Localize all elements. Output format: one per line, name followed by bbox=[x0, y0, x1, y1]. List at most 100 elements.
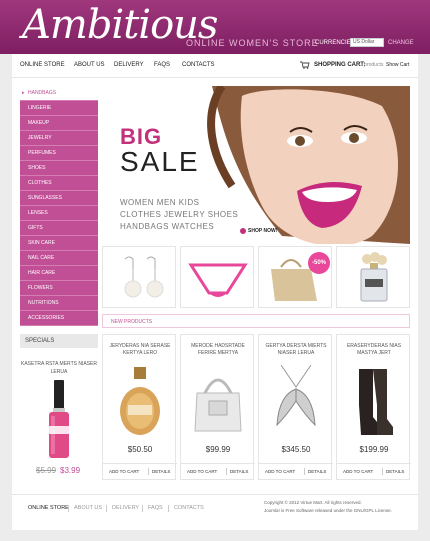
powered-by-line: Joomla! is Free Software released under … bbox=[264, 508, 392, 513]
site-tagline: ONLINE WOMEN'S STORE bbox=[186, 38, 319, 48]
footer-divider bbox=[168, 505, 169, 512]
details-button[interactable]: DETAILS bbox=[152, 469, 170, 474]
product-price: $50.50 bbox=[127, 445, 153, 454]
sidebar-item-accessories[interactable]: ACCESSORIES bbox=[20, 311, 98, 326]
banner-sale-text: SALE bbox=[120, 146, 200, 177]
black-boots-image bbox=[359, 369, 393, 435]
sidebar-item-lenses[interactable]: LENSES bbox=[20, 206, 98, 221]
thumb-lingerie[interactable] bbox=[180, 246, 254, 308]
currency-select[interactable]: US Dollar bbox=[350, 38, 384, 47]
cart-count: 3 products bbox=[360, 62, 384, 68]
thumb-perfume[interactable] bbox=[336, 246, 410, 308]
action-divider bbox=[148, 468, 149, 475]
footer-divider bbox=[106, 505, 107, 512]
add-to-cart-button[interactable]: ADD TO CART bbox=[343, 469, 373, 474]
product-card[interactable]: ERASERYDERAS NIAS MASTYA JERT $199.99 AD… bbox=[336, 334, 411, 480]
product-name[interactable]: JERYDERAS NIA SERASE KERTYA LERO bbox=[107, 343, 173, 357]
footer-divider bbox=[68, 505, 69, 512]
earrings-image bbox=[124, 256, 164, 298]
sidebar-item-sunglasses[interactable]: SUNGLASSES bbox=[20, 191, 98, 206]
product-name[interactable]: MERODE HADSRTADE FERIRE MERTYA bbox=[185, 343, 251, 357]
special-old-price: $5.99 bbox=[36, 466, 57, 475]
action-divider bbox=[304, 468, 305, 475]
perfume-image bbox=[120, 367, 160, 435]
special-product-name[interactable]: KASETRA RSTA MERTS NIASER LERUA bbox=[20, 360, 98, 376]
nav-online-store[interactable]: ONLINE STORE bbox=[20, 62, 65, 68]
cart-label: SHOPPING CART: bbox=[314, 62, 366, 68]
nail-polish-image[interactable] bbox=[46, 380, 72, 460]
sale-banner[interactable]: BIG SALE WOMEN MEN KIDS CLOTHES JEWELRY … bbox=[102, 86, 410, 244]
sidebar-item-nutritions[interactable]: NUTRITIONS bbox=[20, 296, 98, 311]
action-divider bbox=[226, 468, 227, 475]
sidebar-item-makeup[interactable]: MAKEUP bbox=[20, 116, 98, 131]
footer-delivery[interactable]: DELIVERY bbox=[112, 505, 139, 511]
thumb-handbag[interactable]: -50% bbox=[258, 246, 332, 308]
sidebar-item-handbags[interactable]: HANDBAGS bbox=[20, 86, 98, 101]
gold-handbag-image bbox=[271, 252, 330, 301]
top-nav: ONLINE STORE ABOUT US DELIVERY FAQS CONT… bbox=[12, 54, 418, 78]
shop-now-dot-icon bbox=[240, 228, 246, 234]
footer-online-store[interactable]: ONLINE STORE bbox=[28, 505, 69, 511]
model-face-image bbox=[202, 86, 410, 244]
nav-contacts[interactable]: CONTACTS bbox=[182, 62, 215, 68]
site-footer: ONLINE STORE ABOUT US DELIVERY FAQS CONT… bbox=[12, 494, 418, 530]
add-to-cart-button[interactable]: ADD TO CART bbox=[265, 469, 295, 474]
sidebar-item-flowers[interactable]: FLOWERS bbox=[20, 281, 98, 296]
add-to-cart-button[interactable]: ADD TO CART bbox=[109, 469, 139, 474]
banner-categories-row3: HANDBAGS WATCHES bbox=[120, 222, 215, 231]
sidebar-item-perfumes[interactable]: PERFUMES bbox=[20, 146, 98, 161]
banner-categories-row2: CLOTHES JEWELRY SHOES bbox=[120, 210, 239, 219]
sidebar-item-clothes[interactable]: CLOTHES bbox=[20, 176, 98, 191]
main-panel: ONLINE STORE ABOUT US DELIVERY FAQS CONT… bbox=[12, 54, 418, 530]
new-products-bar: NEW PRODUCTS bbox=[102, 314, 410, 328]
special-new-price: $3.99 bbox=[60, 466, 81, 475]
nav-delivery[interactable]: DELIVERY bbox=[114, 62, 144, 68]
banner-categories-row1: WOMEN MEN KIDS bbox=[120, 198, 200, 207]
add-to-cart-button[interactable]: ADD TO CART bbox=[187, 469, 217, 474]
product-actions: ADD TO CART DETAILS bbox=[337, 463, 411, 477]
thumb-earrings[interactable] bbox=[102, 246, 176, 308]
product-name[interactable]: ERASERYDERAS NIAS MASTYA JERT bbox=[341, 343, 407, 357]
shopping-cart-icon[interactable] bbox=[300, 61, 310, 69]
copyright-text: Copyright © 2012 Virtue Mart. All rights… bbox=[264, 499, 414, 515]
product-price: $99.99 bbox=[205, 445, 231, 454]
nav-faqs[interactable]: FAQS bbox=[154, 62, 170, 68]
specials-heading: SPECIALS bbox=[20, 334, 98, 348]
sidebar-item-skin-care[interactable]: SKIN CARE bbox=[20, 236, 98, 251]
show-cart-link[interactable]: Show Cart bbox=[386, 62, 409, 68]
wings-necklace-image bbox=[276, 365, 316, 427]
copyright-line: Copyright © 2012 Virtue Mart. All rights… bbox=[264, 500, 362, 505]
details-button[interactable]: DETAILS bbox=[230, 469, 248, 474]
product-name[interactable]: GERTYA DERSTA MIERTS NIASER LERUA bbox=[263, 343, 329, 357]
product-card[interactable]: GERTYA DERSTA MIERTS NIASER LERUA $345.5… bbox=[258, 334, 333, 480]
sidebar-item-nail-care[interactable]: NAIL CARE bbox=[20, 251, 98, 266]
product-card[interactable]: MERODE HADSRTADE FERIRE MERTYA $99.99 AD… bbox=[180, 334, 255, 480]
footer-contacts[interactable]: CONTACTS bbox=[174, 505, 204, 511]
discount-badge: -50% bbox=[312, 260, 327, 266]
sidebar-item-gifts[interactable]: GIFTS bbox=[20, 221, 98, 236]
sidebar-item-jewelry[interactable]: JEWELRY bbox=[20, 131, 98, 146]
footer-faqs[interactable]: FAQS bbox=[148, 505, 163, 511]
product-price: $199.99 bbox=[359, 445, 389, 454]
shop-now-button[interactable]: SHOP NOW! bbox=[248, 228, 277, 234]
product-actions: ADD TO CART DETAILS bbox=[181, 463, 255, 477]
product-actions: ADD TO CART DETAILS bbox=[259, 463, 333, 477]
new-products-heading: NEW PRODUCTS bbox=[111, 319, 153, 325]
currency-change-button[interactable]: CHANGE bbox=[388, 40, 414, 46]
product-card[interactable]: JERYDERAS NIA SERASE KERTYA LERO $50.50 … bbox=[102, 334, 177, 480]
sidebar-item-shoes[interactable]: SHOES bbox=[20, 161, 98, 176]
sidebar-item-hair-care[interactable]: HAIR CARE bbox=[20, 266, 98, 281]
sidebar-item-lingerie[interactable]: LINGERIE bbox=[20, 101, 98, 116]
product-price: $345.50 bbox=[281, 445, 311, 454]
details-button[interactable]: DETAILS bbox=[308, 469, 326, 474]
white-handbag-image bbox=[194, 378, 242, 432]
action-divider bbox=[382, 468, 383, 475]
footer-divider bbox=[142, 505, 143, 512]
nav-about-us[interactable]: ABOUT US bbox=[74, 62, 105, 68]
featured-thumbnails: -50% bbox=[102, 246, 410, 308]
footer-about-us[interactable]: ABOUT US bbox=[74, 505, 102, 511]
perfume-bottle-image bbox=[360, 252, 388, 302]
lingerie-image bbox=[188, 263, 248, 297]
site-header: Ambitious ONLINE WOMEN'S STORE CURRENCIE… bbox=[0, 0, 430, 54]
details-button[interactable]: DETAILS bbox=[386, 469, 404, 474]
